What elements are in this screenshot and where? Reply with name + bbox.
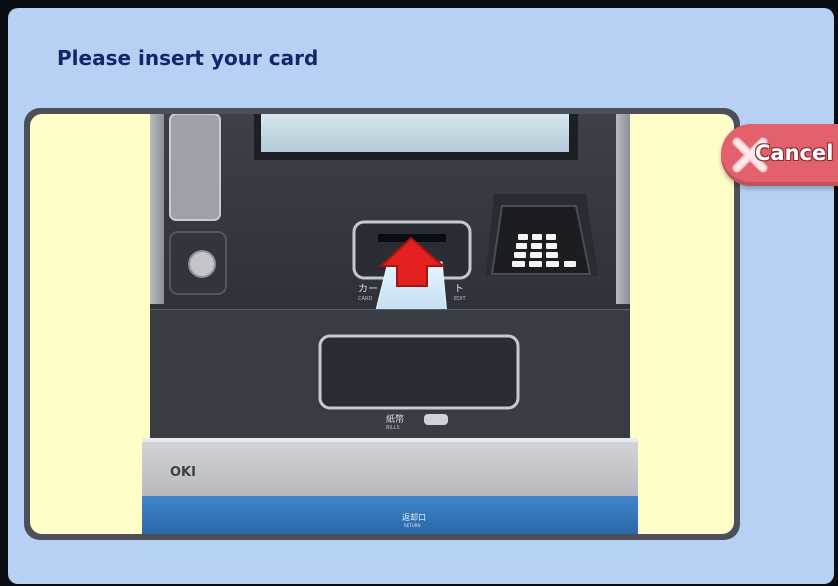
return-label: 返却口	[402, 512, 426, 522]
atm-silver-band-highlight	[142, 438, 638, 442]
bill-tray-label: 紙幣	[386, 413, 404, 425]
cancel-label: Cancel	[755, 141, 834, 165]
return-sub-label: RETURN	[404, 523, 420, 528]
card-slot-sub-right: EDIT	[454, 296, 466, 302]
atm-silver-band	[142, 438, 638, 496]
card-slot-label-right: ト	[454, 284, 464, 295]
card-slot-sub-left: CARD	[358, 296, 372, 302]
atm-right-trim	[616, 114, 630, 304]
cancel-button[interactable]: Cancel	[721, 124, 838, 186]
atm-left-trim	[150, 114, 164, 304]
brand-logo: OKI	[170, 465, 196, 480]
prompt-title: Please insert your card	[57, 46, 319, 70]
bill-tray-sub-label: BILLS	[386, 425, 400, 431]
bill-tray	[318, 334, 520, 410]
atm-receipt-column	[169, 114, 221, 221]
atm-display	[261, 114, 569, 152]
atm-return-band	[142, 496, 638, 534]
illustration-panel: カー ト CARD EDIT 紙幣 BILLS OKI 返却口 RETURN	[30, 114, 734, 534]
atm-illustration: カー ト CARD EDIT 紙幣 BILLS OKI 返却口 RETURN	[142, 114, 638, 534]
atm-button-icon	[188, 250, 216, 278]
bill-indicator	[424, 414, 448, 425]
card-slot-label-left: カー	[358, 283, 378, 295]
